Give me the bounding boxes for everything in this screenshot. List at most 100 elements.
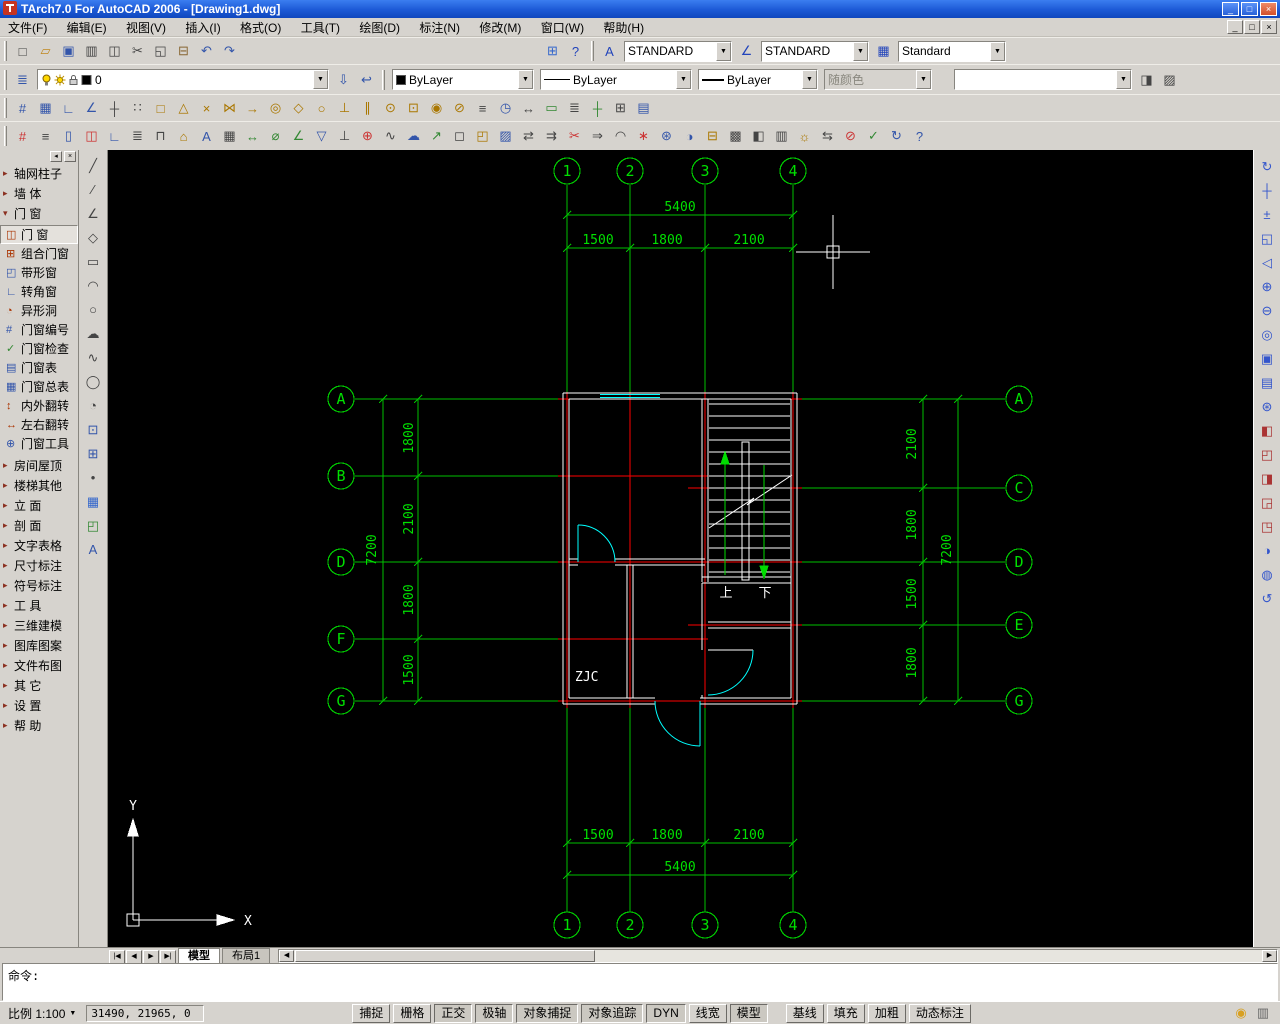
- dropdown-arrow-icon[interactable]: ▼: [853, 41, 868, 61]
- tarch-render-icon[interactable]: ◑: [678, 124, 701, 148]
- osnap-perpendicular-icon[interactable]: ⊥: [333, 96, 356, 120]
- toolbar-grip[interactable]: [4, 98, 7, 118]
- osnap-midpoint-icon[interactable]: △: [172, 96, 195, 120]
- palette-group-help[interactable]: ▸ 帮 助: [0, 715, 78, 735]
- tarch-trim-icon[interactable]: ✂: [563, 124, 586, 148]
- dropdown-arrow-icon[interactable]: ▼: [518, 70, 533, 89]
- revcloud-icon[interactable]: ☁: [81, 322, 105, 345]
- palette-group-file-layout[interactable]: ▸ 文件布图: [0, 655, 78, 675]
- plot-icon[interactable]: ▥: [80, 39, 103, 63]
- tarch-settings-icon[interactable]: ☼: [793, 124, 816, 148]
- plot-preview-icon[interactable]: ◫: [103, 39, 126, 63]
- tarch-image-icon[interactable]: ▩: [724, 124, 747, 148]
- tarch-door-number-icon[interactable]: ◻: [448, 124, 471, 148]
- mtext-icon[interactable]: A: [81, 538, 105, 561]
- dropdown-arrow-icon[interactable]: ▼: [313, 70, 328, 89]
- region-icon[interactable]: ◰: [81, 514, 105, 537]
- palette-item-door-window-tools[interactable]: ⊕ 门窗工具: [0, 434, 78, 453]
- tarch-3d-view-icon[interactable]: ⊛: [655, 124, 678, 148]
- close-button[interactable]: ×: [1260, 2, 1277, 16]
- zoom-window-icon[interactable]: ◱: [1255, 227, 1279, 250]
- communication-center-icon[interactable]: ◉: [1232, 1004, 1250, 1022]
- toolbar-grip[interactable]: [4, 69, 7, 90]
- palette-close-button[interactable]: ×: [64, 151, 76, 162]
- tab-nav-last[interactable]: ▶|: [160, 949, 176, 964]
- tarch-library-icon[interactable]: ⊟: [701, 124, 724, 148]
- palette-group-section[interactable]: ▸ 剖 面: [0, 515, 78, 535]
- palette-group-3d-modeling[interactable]: ▸ 三维建模: [0, 615, 78, 635]
- osnap-toggle[interactable]: 对象捕捉: [516, 1003, 579, 1023]
- qnew-icon[interactable]: □: [11, 39, 34, 63]
- tarch-room-area-icon[interactable]: ◰: [471, 124, 494, 148]
- zoom-realtime-icon[interactable]: ±: [1255, 203, 1279, 226]
- rectangle-icon[interactable]: ▭: [81, 250, 105, 273]
- mdi-restore-button[interactable]: □: [1244, 20, 1260, 34]
- polyline-icon[interactable]: ∠: [81, 202, 105, 225]
- dropdown-arrow-icon[interactable]: ▼: [676, 70, 691, 89]
- dim-style-dropdown[interactable]: STANDARD ▼: [761, 40, 869, 62]
- menu-view[interactable]: 视图(V): [118, 18, 174, 36]
- make-block-icon[interactable]: ⊞: [81, 442, 105, 465]
- text-style-icon[interactable]: A: [598, 39, 621, 63]
- tab-nav-first[interactable]: |◀: [109, 949, 125, 964]
- otrack-toggle[interactable]: 对象追踪: [581, 1003, 644, 1023]
- block-editor-icon[interactable]: ⊞: [541, 39, 564, 63]
- tarch-stair-icon[interactable]: ≣: [126, 124, 149, 148]
- orbit-3d-icon[interactable]: ⊛: [1255, 395, 1279, 418]
- palette-group-library-pattern[interactable]: ▸ 图库图案: [0, 635, 78, 655]
- dynamic-dim-toggle[interactable]: 动态标注: [908, 1003, 971, 1023]
- se-isometric-icon[interactable]: ◳: [1255, 515, 1279, 538]
- menu-window[interactable]: 窗口(W): [533, 18, 592, 36]
- palette-item-flip-left-right[interactable]: ↔ 左右翻转: [0, 415, 78, 434]
- palette-item-flip-in-out[interactable]: ↕ 内外翻转: [0, 396, 78, 415]
- tarch-corner-window-icon[interactable]: ∟: [103, 124, 126, 148]
- osnap-none-icon[interactable]: ⊘: [448, 96, 471, 120]
- palette-group-axis-column[interactable]: ▸ 轴网柱子: [0, 163, 78, 183]
- zoom-out-icon[interactable]: ⊖: [1255, 299, 1279, 322]
- color-control-dropdown[interactable]: ByLayer ▼: [392, 69, 534, 90]
- menu-file[interactable]: 文件(F): [0, 18, 55, 36]
- grid-toggle-icon[interactable]: ▦: [34, 96, 57, 120]
- tarch-hatch-icon[interactable]: ▨: [494, 124, 517, 148]
- palette-collapse-button[interactable]: ◂: [50, 151, 62, 162]
- palette-group-tools[interactable]: ▸ 工 具: [0, 595, 78, 615]
- tarch-text-icon[interactable]: A: [195, 124, 218, 148]
- tarch-balcony-icon[interactable]: ⊓: [149, 124, 172, 148]
- polar-toggle[interactable]: 极轴: [475, 1003, 514, 1023]
- dyn-toggle[interactable]: DYN: [646, 1003, 686, 1023]
- regen-icon[interactable]: ↺: [1255, 587, 1279, 610]
- snap-toggle[interactable]: 捕捉: [352, 1003, 391, 1023]
- osnap-parallel-icon[interactable]: ∥: [356, 96, 379, 120]
- zoom-in-icon[interactable]: ⊕: [1255, 275, 1279, 298]
- palette-group-room-roof[interactable]: ▸ 房间屋顶: [0, 455, 78, 475]
- tarch-section-symbol-icon[interactable]: ⊥: [333, 124, 356, 148]
- scale-dropdown[interactable]: 比例 1:100 ▼: [4, 1003, 81, 1023]
- properties-icon[interactable]: ▤: [632, 96, 655, 120]
- palette-group-other[interactable]: ▸ 其 它: [0, 675, 78, 695]
- open-icon[interactable]: ▱: [34, 39, 57, 63]
- tarch-rev-cloud-icon[interactable]: ☁: [402, 124, 425, 148]
- construction-line-icon[interactable]: ⁄: [81, 178, 105, 201]
- circle-icon[interactable]: ○: [81, 298, 105, 321]
- palette-group-text-table[interactable]: ▸ 文字表格: [0, 535, 78, 555]
- menu-format[interactable]: 格式(O): [232, 18, 289, 36]
- tarch-offset-icon[interactable]: ⇉: [540, 124, 563, 148]
- scroll-right-icon[interactable]: ▶: [1262, 949, 1277, 962]
- tarch-north-arrow-icon[interactable]: ⊕: [356, 124, 379, 148]
- osnap-tangent-icon[interactable]: ○: [310, 96, 333, 120]
- tab-nav-next[interactable]: ▶: [143, 949, 159, 964]
- area-icon[interactable]: ▭: [540, 96, 563, 120]
- zoom-extents-icon[interactable]: ◎: [1255, 323, 1279, 346]
- table-style-dropdown[interactable]: Standard ▼: [898, 40, 1006, 62]
- layer-dropdown[interactable]: 0 ▼: [37, 69, 329, 90]
- tarch-axis-grid-icon[interactable]: #: [11, 124, 34, 148]
- tarch-toolbar-icon-b[interactable]: ▨: [1158, 68, 1181, 91]
- palette-item-door-window[interactable]: ◫ 门 窗: [0, 225, 78, 244]
- mdi-close-button[interactable]: ×: [1261, 20, 1277, 34]
- toolbar-grip[interactable]: [4, 126, 7, 146]
- bold-toggle[interactable]: 加粗: [867, 1003, 906, 1023]
- zoom-all-icon[interactable]: ▣: [1255, 347, 1279, 370]
- layer-properties-manager-icon[interactable]: ≣: [11, 68, 34, 91]
- osnap-temp-track-icon[interactable]: ┼: [103, 96, 126, 120]
- toolbar-lock-icon[interactable]: ▥: [1254, 1004, 1272, 1022]
